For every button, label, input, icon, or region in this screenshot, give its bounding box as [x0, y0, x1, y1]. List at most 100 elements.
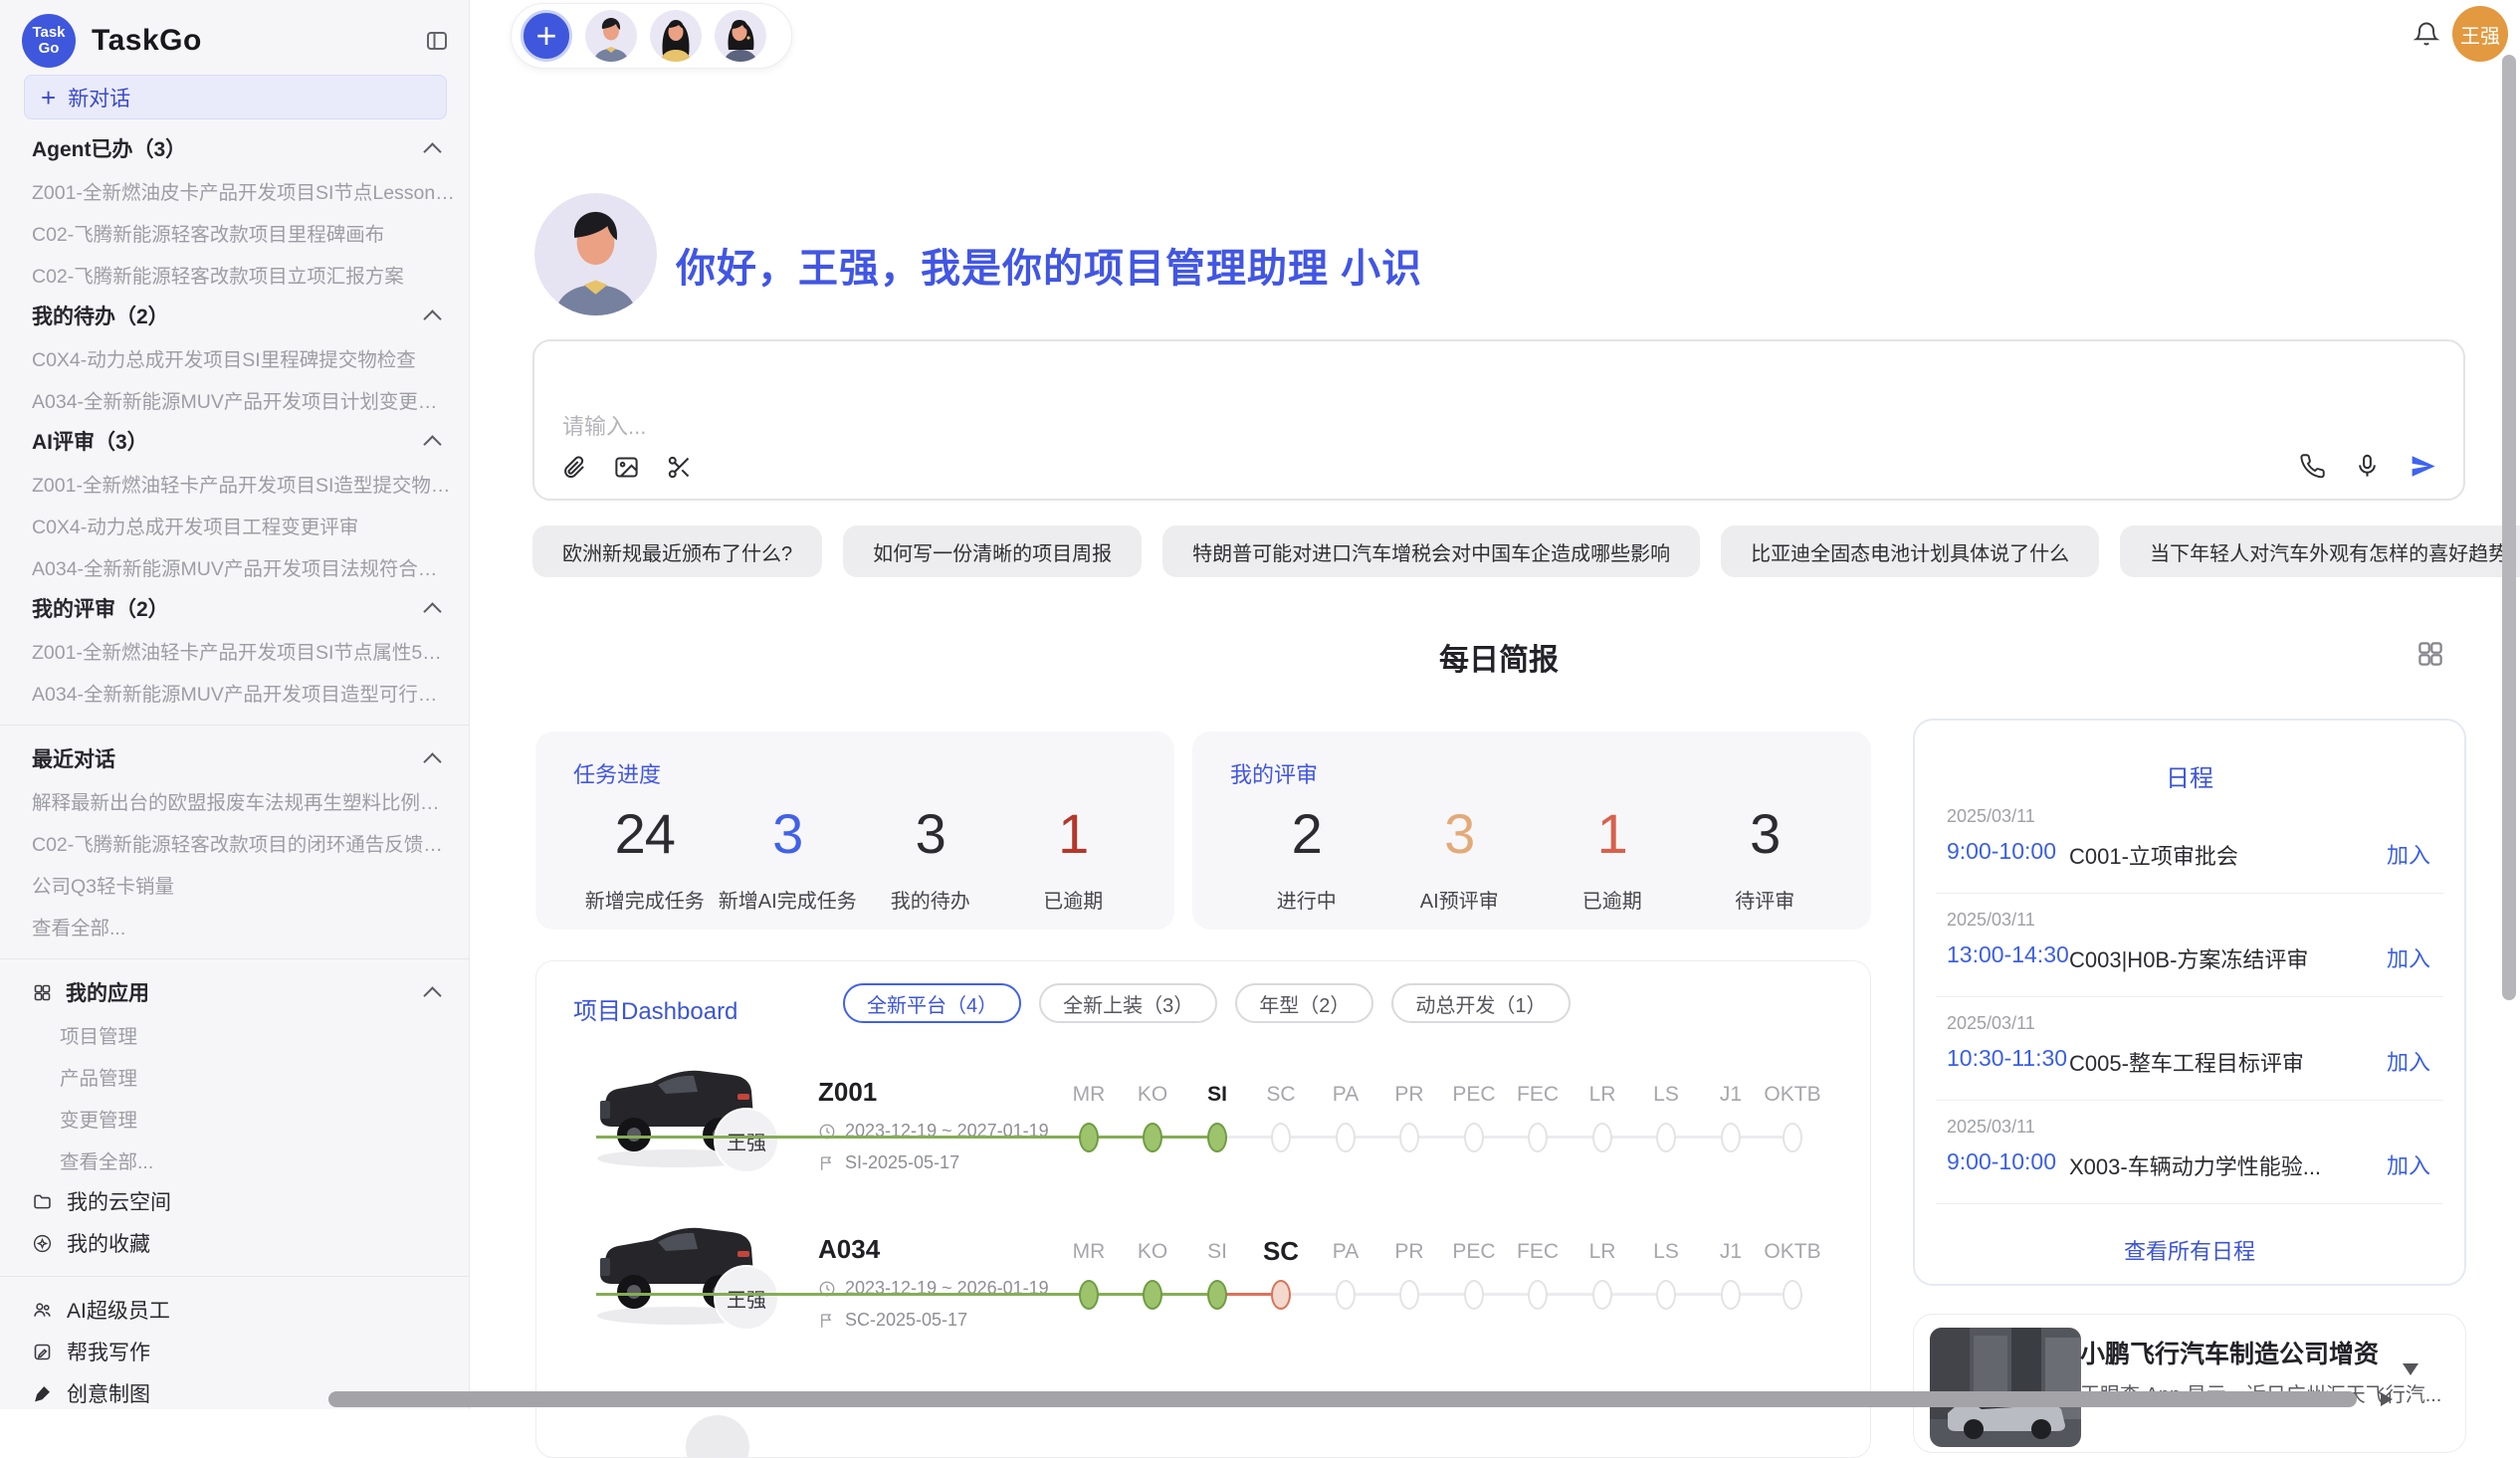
section-ai-review[interactable]: AI评审（3） [0, 420, 469, 462]
section-my-review[interactable]: 我的评审（2） [0, 587, 469, 629]
section-my-apps[interactable]: 我的应用 [0, 971, 469, 1013]
join-link[interactable]: 加入 [2387, 1148, 2430, 1180]
schedule-name: C003|H0B-方案冻结评审 [2069, 942, 2308, 974]
scroll-down-arrow[interactable] [2403, 1363, 2418, 1375]
join-link[interactable]: 加入 [2387, 838, 2430, 870]
new-chat-label: 新对话 [68, 83, 130, 112]
milestone-dot [1656, 1123, 1676, 1152]
apps-view-all[interactable]: 查看全部... [0, 1139, 469, 1180]
stat-in-progress: 2 进行中 [1230, 799, 1383, 914]
sidebar-item[interactable]: A034-全新新能源MUV产品开发项目法规符合性评审 [0, 545, 469, 587]
suggestion-chip[interactable]: 比亚迪全固态电池计划具体说了什么 [1721, 525, 2099, 577]
card-title: 任务进度 [573, 757, 1145, 789]
app-logo: Task Go [22, 14, 76, 68]
milestone-label: LS [1653, 1083, 1679, 1107]
milestone-label: LS [1653, 1240, 1679, 1264]
tab-new-body[interactable]: 全新上装（3） [1039, 983, 1217, 1023]
milestone-dot [1399, 1123, 1419, 1152]
milestone-label: KO [1138, 1240, 1167, 1264]
vertical-scrollbar[interactable] [2502, 55, 2516, 1000]
sidebar-item-help-write[interactable]: 帮我写作 [0, 1331, 469, 1372]
recent-chat-item[interactable]: C02-飞腾新能源轻客改款项目的闭环通告反馈情况 [0, 821, 469, 863]
sidebar-item-favorites[interactable]: 我的收藏 [0, 1222, 469, 1264]
milestone-label: PEC [1452, 1240, 1495, 1264]
section-title: 我的待办（2） [32, 301, 169, 330]
sidebar-item[interactable]: C0X4-动力总成开发项目工程变更评审 [0, 504, 469, 545]
tab-powertrain[interactable]: 动总开发（1） [1391, 983, 1570, 1023]
horizontal-scrollbar[interactable] [328, 1391, 2357, 1407]
section-title: Agent已办（3） [32, 133, 186, 163]
notification-bell-icon[interactable] [2413, 20, 2440, 48]
stat-value: 3 [717, 799, 860, 869]
sidebar-collapse-icon[interactable] [425, 29, 449, 53]
milestone-progress [596, 1293, 1217, 1296]
suggestion-chip[interactable]: 特朗普可能对进口汽车增税会对中国车企造成哪些影响 [1162, 525, 1700, 577]
recent-chat-label: 解释最新出台的欧盟报废车法规再生塑料比例被调至15%... [32, 786, 455, 815]
suggestion-chip[interactable]: 当下年轻人对汽车外观有怎样的喜好趋势 [2120, 525, 2520, 577]
milestone-label-current: SC [1263, 1236, 1299, 1267]
sidebar-item-change-mgmt[interactable]: 变更管理 [0, 1097, 469, 1139]
project-row-z001[interactable]: 王强 Z001 2023-12-19 ~ 2027-01-19 SI-2025-… [536, 1031, 1870, 1188]
recent-chat-item[interactable]: 公司Q3轻卡销量 [0, 863, 469, 905]
suggestion-chip[interactable]: 欧洲新规最近颁布了什么? [532, 525, 822, 577]
milestone-dot [1399, 1280, 1419, 1310]
scroll-right-arrow[interactable] [2381, 1392, 2393, 1406]
sidebar-item[interactable]: C02-飞腾新能源轻客改款项目立项汇报方案 [0, 253, 469, 295]
tab-year-model[interactable]: 年型（2） [1235, 983, 1373, 1023]
stat-ai-prereview: 3 AI预评审 [1383, 799, 1537, 914]
news-title: 小鹏飞行汽车制造公司增资 [2080, 1335, 2379, 1370]
sidebar-item-label: Z001-全新燃油轻卡产品开发项目SI造型提交物评审 [32, 469, 455, 498]
milestone-dot [1336, 1123, 1356, 1152]
suggestion-chip[interactable]: 如何写一份清晰的项目周报 [843, 525, 1142, 577]
section-agent-done[interactable]: Agent已办（3） [0, 127, 469, 169]
attachment-icon[interactable] [560, 454, 587, 481]
recent-chats-view-all[interactable]: 查看全部... [0, 905, 469, 946]
flag-icon [818, 1312, 836, 1330]
sidebar-item-ai-employee[interactable]: AI超级员工 [0, 1289, 469, 1331]
schedule-item: 2025/03/11 10:30-11:30 C005-整车工程目标评审 加入 [1915, 997, 2464, 1101]
sidebar-item[interactable]: Z001-全新燃油皮卡产品开发项目SI节点Lesson Learn报告 [0, 169, 469, 211]
sidebar-item-label: A034-全新新能源MUV产品开发项目造型可行性评审 [32, 678, 455, 707]
add-agent-button[interactable]: + [521, 10, 572, 62]
sidebar-item[interactable]: Z001-全新燃油轻卡产品开发项目SI造型提交物评审 [0, 462, 469, 504]
milestone-dot [1721, 1123, 1741, 1152]
person-avatar-icon [534, 193, 657, 315]
sidebar-item[interactable]: A034-全新新能源MUV产品开发项目计划变更表编写 [0, 378, 469, 420]
scissors-icon[interactable] [666, 454, 693, 481]
sidebar-item[interactable]: C02-飞腾新能源轻客改款项目里程碑画布 [0, 211, 469, 253]
divider [0, 725, 469, 726]
sidebar-item[interactable]: A034-全新新能源MUV产品开发项目造型可行性评审 [0, 671, 469, 713]
recent-chat-item[interactable]: 解释最新出台的欧盟报废车法规再生塑料比例被调至15%... [0, 779, 469, 821]
agent-avatar-1[interactable] [585, 10, 637, 62]
sidebar-item-project-mgmt[interactable]: 项目管理 [0, 1013, 469, 1055]
stat-value: 1 [1536, 799, 1689, 869]
sidebar-nav: Agent已办（3） Z001-全新燃油皮卡产品开发项目SI节点Lesson L… [0, 127, 469, 1409]
project-row-a034[interactable]: 王强 A034 2023-12-19 ~ 2026-01-19 SC-2025-… [536, 1188, 1870, 1346]
sidebar-item[interactable]: C0X4-动力总成开发项目SI里程碑提交物检查 [0, 336, 469, 378]
view-all-schedule-link[interactable]: 查看所有日程 [1915, 1234, 2464, 1266]
sidebar-item-cloud-space[interactable]: 我的云空间 [0, 1180, 469, 1222]
image-upload-icon[interactable] [613, 454, 640, 481]
voice-call-icon[interactable] [2299, 453, 2326, 480]
sidebar-item-product-mgmt[interactable]: 产品管理 [0, 1055, 469, 1097]
join-link[interactable]: 加入 [2387, 1045, 2430, 1077]
send-icon[interactable] [2409, 452, 2437, 481]
agent-avatar-3[interactable] [715, 10, 766, 62]
section-recent-chats[interactable]: 最近对话 [0, 737, 469, 779]
milestone-label-current: SI [1207, 1083, 1227, 1107]
project-flag-date: SI-2025-05-17 [818, 1152, 959, 1173]
schedule-item: 2025/03/11 9:00-10:00 X003-车辆动力学性能验... 加… [1915, 1101, 2464, 1204]
sidebar-item[interactable]: Z001-全新燃油轻卡产品开发项目SI节点属性5D文件评审 [0, 629, 469, 671]
user-avatar[interactable]: 王强 [2452, 6, 2508, 62]
section-my-todo[interactable]: 我的待办（2） [0, 295, 469, 336]
sidebar-item-label: 创意制图 [67, 1378, 150, 1408]
microphone-icon[interactable] [2354, 453, 2381, 480]
new-chat-button[interactable]: + 新对话 [24, 75, 447, 119]
tab-new-platform[interactable]: 全新平台（4） [843, 983, 1021, 1023]
agent-avatar-2[interactable] [650, 10, 702, 62]
news-card[interactable]: 小鹏飞行汽车制造公司增资 天眼查 App 显示，近日广州汇天飞行汽... [1913, 1314, 2466, 1453]
join-link[interactable]: 加入 [2387, 941, 2430, 973]
message-composer[interactable]: 请输入... [532, 339, 2465, 501]
stat-review-overdue: 1 已逾期 [1536, 799, 1689, 914]
layout-grid-icon[interactable] [2415, 639, 2445, 669]
